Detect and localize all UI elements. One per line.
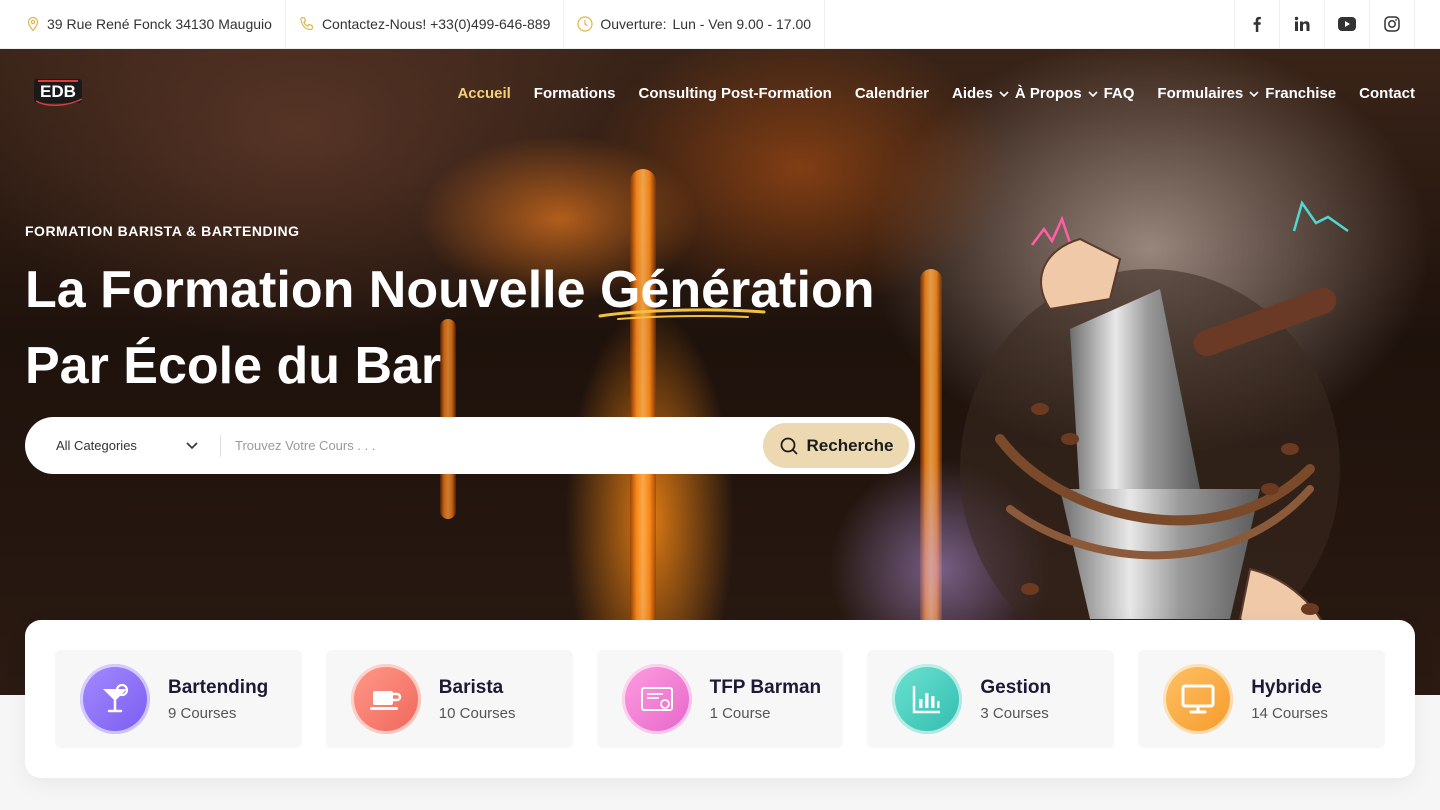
certificate-icon xyxy=(621,664,692,734)
main-nav: Accueil Formations Consulting Post-Forma… xyxy=(434,85,1415,102)
hero-section: EDB Accueil Formations Consulting Post-F… xyxy=(0,49,1440,695)
nav-label: FAQ xyxy=(1103,85,1135,102)
category-card-tfp-barman[interactable]: TFP Barman 1 Course xyxy=(596,650,844,748)
nav-label: Franchise xyxy=(1265,85,1337,102)
nav-item-franchise[interactable]: Franchise xyxy=(1265,85,1336,102)
cocktail-icon xyxy=(80,664,150,734)
category-cards: Bartending 9 Courses Barista 10 Courses … xyxy=(25,620,1415,778)
chevron-down-icon xyxy=(1249,90,1259,97)
nav-item-faq[interactable]: FAQ xyxy=(1104,85,1135,102)
headline-line-2: Par École du Bar xyxy=(25,337,442,395)
hero-headline: La Formation Nouvelle Génération Par Éco… xyxy=(25,252,874,404)
linkedin-link[interactable] xyxy=(1280,0,1325,49)
nav-label: Formulaires xyxy=(1157,85,1244,102)
category-count: 14 Courses xyxy=(1251,704,1328,722)
category-select-value: All Categories xyxy=(56,438,137,453)
linkedin-icon xyxy=(1294,16,1310,31)
nav-label: Formations xyxy=(533,85,616,102)
nav-item-calendrier[interactable]: Calendrier xyxy=(855,85,929,102)
search-icon xyxy=(780,437,798,455)
coffee-cup-icon xyxy=(350,664,421,734)
nav-label: Aides xyxy=(952,85,993,102)
instagram-icon xyxy=(1384,16,1400,32)
course-search-bar: All Categories Recherche xyxy=(25,417,915,474)
barista-shaker-illustration xyxy=(830,200,1349,679)
chevron-down-icon xyxy=(1087,90,1098,97)
nav-item-formations[interactable]: Formations xyxy=(534,85,616,102)
address-text: 39 Rue René Fonck 34130 Mauguio xyxy=(47,16,272,32)
hours-item: Ouverture: Lun - Ven 9.00 - 17.00 xyxy=(564,0,826,49)
address-item: 39 Rue René Fonck 34130 Mauguio xyxy=(0,0,286,49)
nav-item-consulting[interactable]: Consulting Post-Formation xyxy=(638,85,831,102)
nav-label: Consulting Post-Formation xyxy=(638,85,832,102)
category-count: 9 Courses xyxy=(168,704,237,722)
nav-item-accueil[interactable]: Accueil xyxy=(457,85,510,102)
category-name: Bartending xyxy=(168,676,269,698)
nav-label: Contact xyxy=(1359,85,1415,102)
monitor-icon xyxy=(1163,664,1234,734)
category-name: Hybride xyxy=(1251,676,1322,698)
category-name: Barista xyxy=(438,676,504,698)
hours-label: Ouverture: xyxy=(600,16,667,32)
location-pin-icon xyxy=(27,16,39,32)
headline-underline-decoration xyxy=(598,308,766,320)
nav-item-formulaires[interactable]: Formulaires xyxy=(1157,85,1259,102)
nav-item-contact[interactable]: Contact xyxy=(1359,85,1415,102)
instagram-link[interactable] xyxy=(1370,0,1415,49)
contact-text: Contactez-Nous! +33(0)499-646-889 xyxy=(321,16,551,32)
category-count: 1 Course xyxy=(709,704,771,722)
chevron-down-icon xyxy=(186,441,198,449)
category-card-bartending[interactable]: Bartending 9 Courses xyxy=(55,650,302,748)
logo-text: EDB xyxy=(40,82,76,101)
clock-icon xyxy=(577,16,593,32)
category-name: Gestion xyxy=(980,676,1052,698)
chevron-down-icon xyxy=(999,90,1009,97)
facebook-link[interactable] xyxy=(1235,0,1280,49)
category-name: TFP Barman xyxy=(709,676,822,698)
phone-icon xyxy=(300,16,314,31)
youtube-link[interactable] xyxy=(1325,0,1370,49)
category-card-hybride[interactable]: Hybride 14 Courses xyxy=(1138,650,1385,748)
edb-logo[interactable]: EDB xyxy=(28,71,90,113)
search-input[interactable] xyxy=(221,438,763,453)
nav-label: Calendrier xyxy=(854,85,930,102)
category-card-barista[interactable]: Barista 10 Courses xyxy=(325,650,573,748)
nav-label: À Propos xyxy=(1014,85,1082,102)
chart-icon xyxy=(892,664,963,734)
nav-item-aides[interactable]: Aides xyxy=(952,85,1009,102)
top-info-bar: 39 Rue René Fonck 34130 Mauguio Contacte… xyxy=(0,0,1440,49)
youtube-icon xyxy=(1338,17,1356,31)
hero-eyebrow: FORMATION BARISTA & BARTENDING xyxy=(25,223,300,239)
category-select[interactable]: All Categories xyxy=(25,438,220,453)
contact-item[interactable]: Contactez-Nous! +33(0)499-646-889 xyxy=(286,0,565,49)
category-count: 3 Courses xyxy=(980,704,1049,722)
facebook-icon xyxy=(1253,16,1261,32)
hours-value: Lun - Ven 9.00 - 17.00 xyxy=(672,16,812,32)
nav-label: Accueil xyxy=(457,85,511,102)
nav-item-a-propos[interactable]: À Propos xyxy=(1015,85,1098,102)
category-count: 10 Courses xyxy=(438,704,516,722)
social-links xyxy=(1234,0,1415,49)
category-card-gestion[interactable]: Gestion 3 Courses xyxy=(867,650,1115,748)
